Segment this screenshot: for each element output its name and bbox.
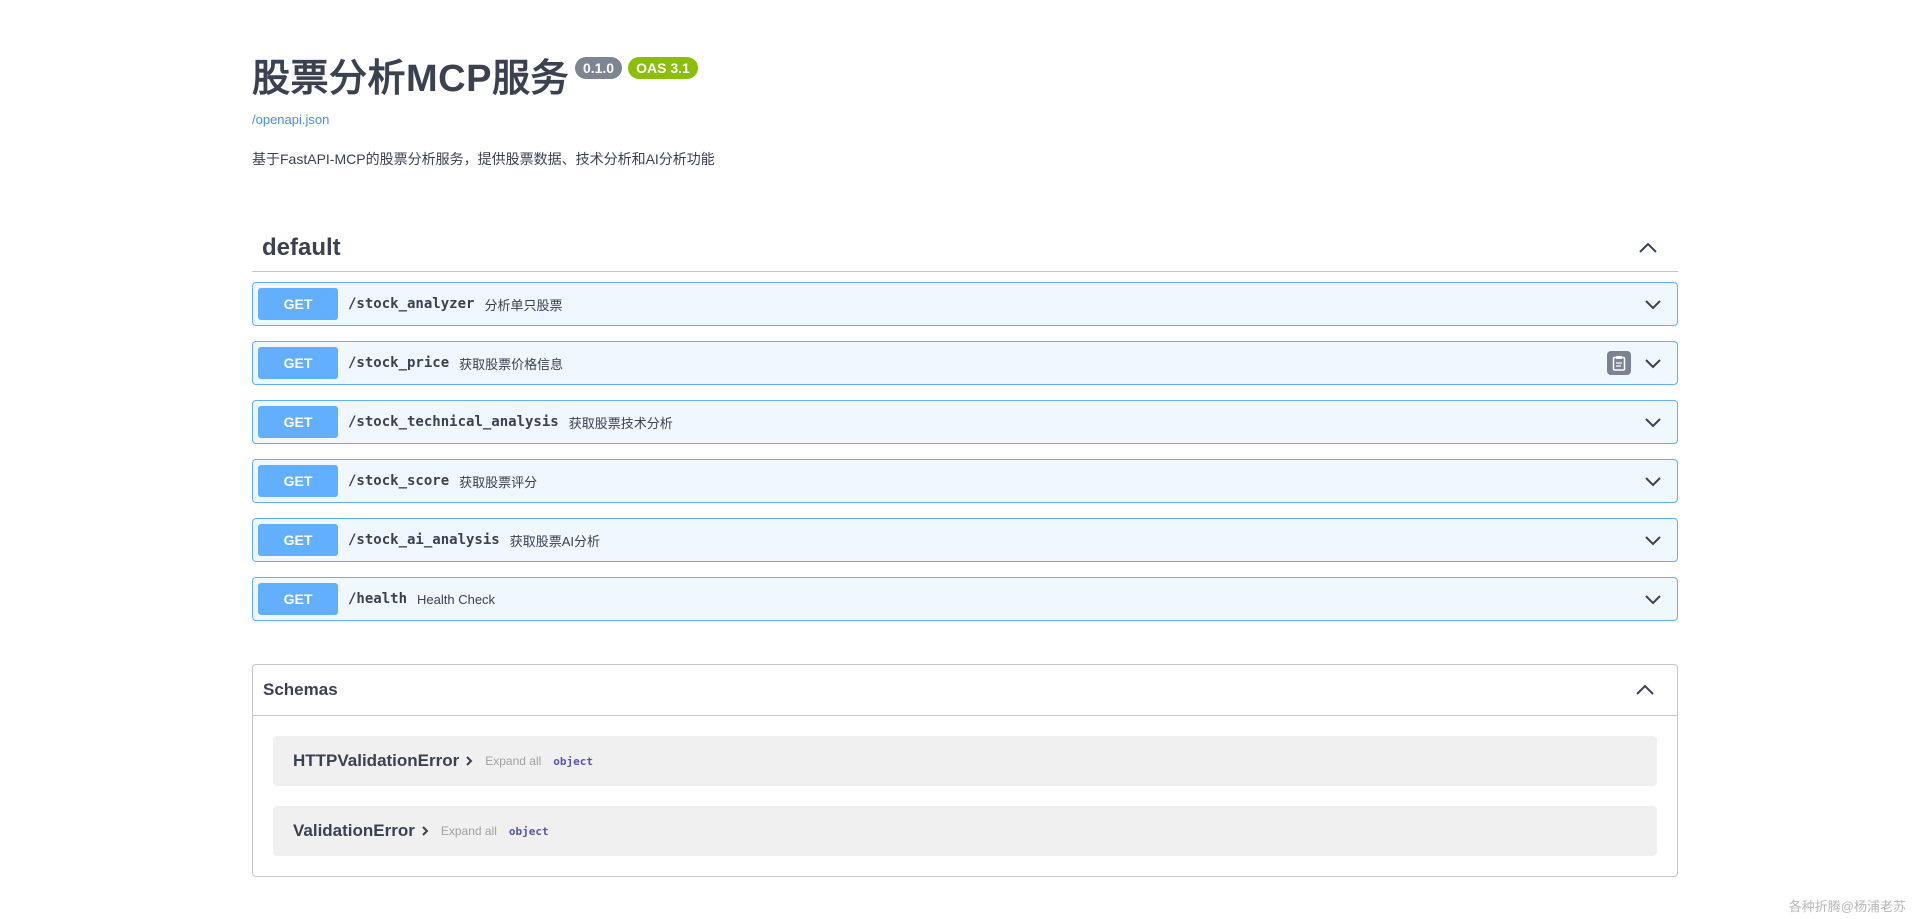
collapse-tag-button[interactable] <box>1628 228 1668 268</box>
operation-controls <box>1639 467 1667 495</box>
method-badge: GET <box>258 465 338 497</box>
chevron-down-icon <box>1645 358 1661 368</box>
method-badge: GET <box>258 524 338 556</box>
operation-path: /stock_price <box>348 355 450 371</box>
operation-controls <box>1639 585 1667 613</box>
copy-path-button[interactable] <box>1607 351 1631 375</box>
operation-get-health[interactable]: GET /health Health Check <box>252 577 1678 621</box>
operation-get-stock-analyzer[interactable]: GET /stock_analyzer 分析单只股票 <box>252 282 1678 326</box>
expand-all-button[interactable]: Expand all <box>485 754 541 768</box>
operation-controls <box>1607 349 1667 377</box>
operation-summary: 获取股票价格信息 <box>459 356 564 372</box>
operation-get-stock-technical-analysis[interactable]: GET /stock_technical_analysis 获取股票技术分析 <box>252 400 1678 444</box>
chevron-right-icon[interactable] <box>421 825 429 837</box>
operation-path: /stock_ai_analysis <box>348 532 500 548</box>
operation-summary: 获取股票技术分析 <box>568 415 673 431</box>
tag-section-default[interactable]: default <box>252 224 1678 272</box>
model-name: HTTPValidationError <box>293 751 460 770</box>
api-description: 基于FastAPI-MCP的股票分析服务，提供股票数据、技术分析和AI分析功能 <box>252 151 715 167</box>
operation-get-stock-price[interactable]: GET /stock_price 获取股票价格信息 <box>252 341 1678 385</box>
schemas-section: Schemas HTTPValidationError Expand all o… <box>252 664 1678 877</box>
watermark: 各种折腾@杨浦老苏 <box>1788 899 1906 914</box>
model-http-validation-error[interactable]: HTTPValidationError Expand all object <box>273 736 1657 786</box>
chevron-down-icon <box>1645 594 1661 604</box>
tag-name: default <box>262 233 341 261</box>
schemas-title: Schemas <box>263 680 338 699</box>
chevron-up-icon <box>1639 242 1657 253</box>
chevron-right-icon[interactable] <box>465 755 473 767</box>
version-badge: 0.1.0 <box>574 57 623 79</box>
expand-operation-button[interactable] <box>1639 408 1667 436</box>
chevron-up-icon <box>1636 684 1654 695</box>
model-validation-error[interactable]: ValidationError Expand all object <box>273 806 1657 856</box>
operation-summary: Health Check <box>417 591 496 607</box>
expand-operation-button[interactable] <box>1639 290 1667 318</box>
operation-controls <box>1639 290 1667 318</box>
openapi-json-link[interactable]: /openapi.json <box>252 112 698 127</box>
expand-operation-button[interactable] <box>1639 526 1667 554</box>
chevron-down-icon <box>1645 417 1661 427</box>
operation-path: /stock_analyzer <box>348 296 475 312</box>
operation-path: /health <box>348 591 408 607</box>
operation-controls <box>1639 408 1667 436</box>
model-name: ValidationError <box>293 821 415 840</box>
api-info: 股票分析MCP服务 0.1.0 OAS 3.1 /openapi.json <box>252 52 698 127</box>
expand-operation-button[interactable] <box>1639 349 1667 377</box>
method-badge: GET <box>258 406 338 438</box>
operation-path: /stock_score <box>348 473 450 489</box>
clipboard-icon <box>1612 356 1626 371</box>
chevron-down-icon <box>1645 535 1661 545</box>
operation-summary: 获取股票评分 <box>459 474 538 490</box>
operation-path: /stock_technical_analysis <box>348 414 559 430</box>
expand-operation-button[interactable] <box>1639 467 1667 495</box>
operation-get-stock-score[interactable]: GET /stock_score 获取股票评分 <box>252 459 1678 503</box>
collapse-schemas-button[interactable] <box>1631 676 1659 704</box>
page-title: 股票分析MCP服务 <box>252 58 569 100</box>
method-badge: GET <box>258 583 338 615</box>
operation-get-stock-ai-analysis[interactable]: GET /stock_ai_analysis 获取股票AI分析 <box>252 518 1678 562</box>
operation-summary: 分析单只股票 <box>484 297 563 313</box>
schemas-header[interactable]: Schemas <box>253 665 1677 716</box>
operation-summary: 获取股票AI分析 <box>509 533 601 549</box>
operation-controls <box>1639 526 1667 554</box>
title-row: 股票分析MCP服务 0.1.0 OAS 3.1 <box>252 52 698 106</box>
model-type: object <box>508 824 549 838</box>
chevron-down-icon <box>1645 476 1661 486</box>
oas-badge: OAS 3.1 <box>628 57 698 79</box>
model-type: object <box>553 754 594 768</box>
expand-operation-button[interactable] <box>1639 585 1667 613</box>
method-badge: GET <box>258 347 338 379</box>
method-badge: GET <box>258 288 338 320</box>
chevron-down-icon <box>1645 299 1661 309</box>
expand-all-button[interactable]: Expand all <box>441 824 497 838</box>
